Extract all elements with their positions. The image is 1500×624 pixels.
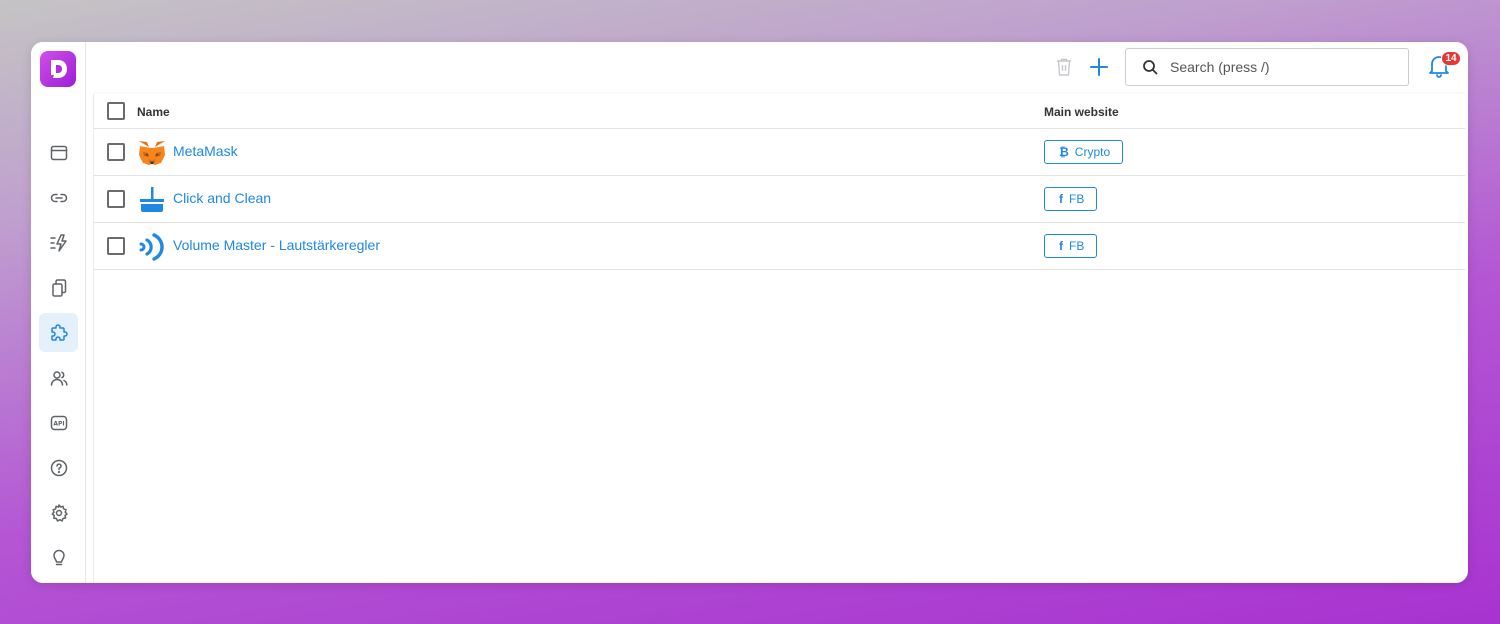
broom-icon [137, 185, 167, 215]
sidebar-item-ideas[interactable] [39, 538, 78, 577]
select-all-checkbox[interactable] [107, 102, 125, 120]
sidebar-item-browsers[interactable] [39, 133, 78, 172]
sidebar-item-automation[interactable] [39, 223, 78, 262]
website-tag[interactable]: f FB [1044, 234, 1098, 258]
app-logo[interactable] [40, 51, 76, 87]
website-tag-label: FB [1069, 239, 1085, 253]
facebook-icon: f [1059, 239, 1063, 253]
website-tag-label: Crypto [1074, 145, 1111, 159]
search-input[interactable] [1170, 59, 1390, 75]
extension-name-link[interactable]: Click and Clean [173, 190, 271, 206]
api-icon: API [50, 415, 67, 430]
extension-name-link[interactable]: MetaMask [173, 143, 238, 159]
link-icon [50, 193, 67, 202]
table-row: Click and Clean f FB [94, 176, 1465, 223]
sidebar-item-users[interactable] [39, 358, 78, 397]
sidebar-item-links[interactable] [39, 178, 78, 217]
extensions-table: Name Main website MetaMask ₿ Crypto Clic… [93, 94, 1465, 583]
settings-icon [51, 503, 68, 522]
facebook-icon: f [1059, 192, 1063, 206]
row-checkbox[interactable] [107, 190, 125, 208]
table-row: Volume Master - Lautstärkeregler f FB [94, 223, 1465, 270]
logo-d-icon [51, 60, 67, 78]
column-header-main-website[interactable]: Main website [1044, 105, 1119, 119]
add-button[interactable] [1088, 56, 1110, 78]
app-window: API 14 Name Main website [31, 42, 1468, 583]
copy-icon [51, 278, 66, 297]
plus-icon [1090, 58, 1108, 76]
bitcoin-icon: ₿ [1059, 145, 1069, 159]
sidebar: API [31, 42, 86, 583]
notifications-count-badge: 14 [1441, 51, 1461, 66]
search-icon [1142, 59, 1158, 75]
row-checkbox[interactable] [107, 143, 125, 161]
browser-icon [50, 145, 67, 160]
table-row: MetaMask ₿ Crypto [94, 129, 1465, 176]
metamask-fox-icon [137, 138, 167, 168]
column-header-name[interactable]: Name [137, 105, 170, 119]
search-box [1125, 48, 1409, 86]
website-tag[interactable]: ₿ Crypto [1044, 140, 1124, 164]
table-header: Name Main website [94, 94, 1465, 129]
sidebar-item-copies[interactable] [39, 268, 78, 307]
sidebar-item-extensions[interactable] [39, 313, 78, 352]
website-tag-label: FB [1069, 192, 1085, 206]
volume-waves-icon [137, 232, 167, 262]
help-icon [50, 459, 67, 476]
lightbulb-icon [52, 549, 65, 565]
website-tag[interactable]: f FB [1044, 187, 1098, 211]
row-checkbox[interactable] [107, 237, 125, 255]
extension-puzzle-icon [50, 323, 68, 341]
sidebar-item-help[interactable] [39, 448, 78, 487]
automation-icon [49, 233, 67, 252]
sidebar-item-settings[interactable] [39, 493, 78, 532]
users-icon [50, 370, 68, 386]
extension-name-link[interactable]: Volume Master - Lautstärkeregler [173, 237, 380, 253]
svg-text:API: API [53, 420, 64, 427]
sidebar-item-api[interactable]: API [39, 403, 78, 442]
delete-icon[interactable] [1055, 57, 1073, 77]
